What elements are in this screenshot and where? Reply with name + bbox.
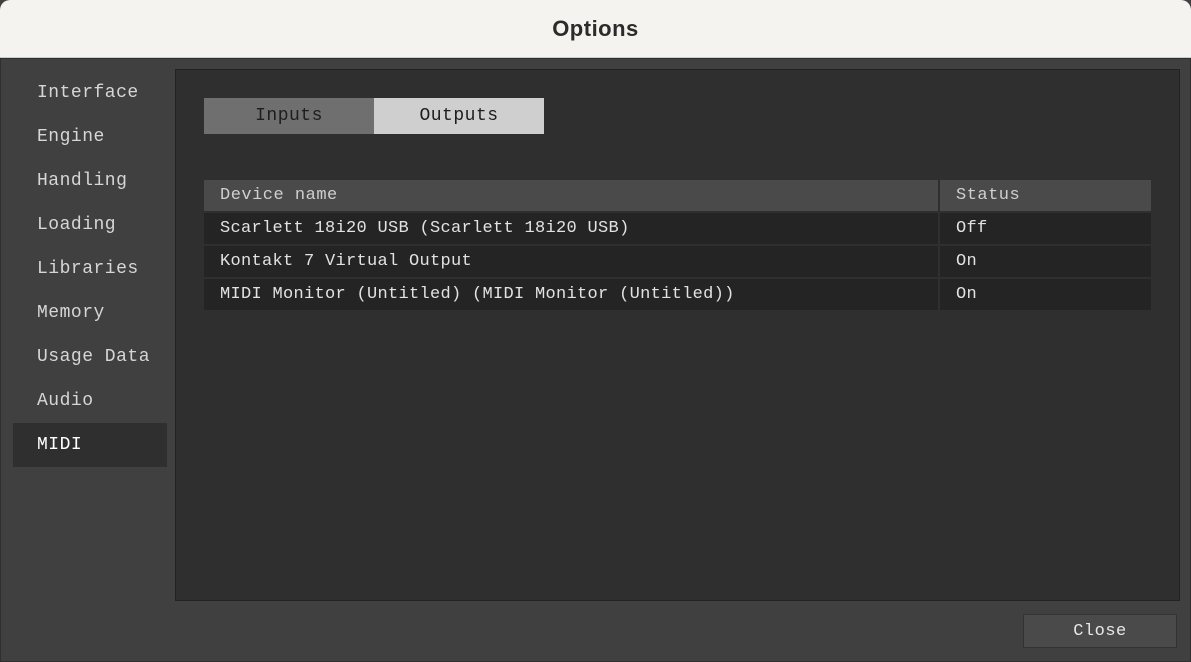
sidebar: Interface Engine Handling Loading Librar… [1,59,169,661]
sidebar-item-label: Memory [37,303,105,323]
sidebar-item-handling[interactable]: Handling [13,159,167,203]
cell-device-name: MIDI Monitor (Untitled) (MIDI Monitor (U… [204,278,939,310]
main-panel: Inputs Outputs Device name Status Scarle… [175,69,1180,601]
midi-outputs-table: Device name Status Scarlett 18i20 USB (S… [204,180,1151,310]
sidebar-item-audio[interactable]: Audio [13,379,167,423]
close-button[interactable]: Close [1023,614,1177,648]
tab-outputs[interactable]: Outputs [374,98,544,134]
titlebar: Options [0,0,1191,58]
cell-status[interactable]: Off [939,212,1151,245]
tab-label: Outputs [419,106,498,126]
sidebar-item-label: Handling [37,171,127,191]
column-header-device[interactable]: Device name [204,180,939,212]
cell-status[interactable]: On [939,245,1151,278]
cell-device-name: Scarlett 18i20 USB (Scarlett 18i20 USB) [204,212,939,245]
window-title: Options [552,16,639,42]
sidebar-item-label: Libraries [37,259,139,279]
tab-label: Inputs [255,106,323,126]
sidebar-item-label: Audio [37,391,94,411]
sidebar-item-libraries[interactable]: Libraries [13,247,167,291]
sidebar-item-midi[interactable]: MIDI [13,423,167,467]
sidebar-item-usage-data[interactable]: Usage Data [13,335,167,379]
sidebar-item-loading[interactable]: Loading [13,203,167,247]
sidebar-item-label: Loading [37,215,116,235]
footer: Close [1023,614,1177,648]
sidebar-item-label: MIDI [37,435,82,455]
table-header-row: Device name Status [204,180,1151,212]
tab-inputs[interactable]: Inputs [204,98,374,134]
cell-device-name: Kontakt 7 Virtual Output [204,245,939,278]
table-row[interactable]: Kontakt 7 Virtual Output On [204,245,1151,278]
table-row[interactable]: Scarlett 18i20 USB (Scarlett 18i20 USB) … [204,212,1151,245]
sidebar-item-label: Interface [37,83,139,103]
sidebar-item-label: Usage Data [37,347,150,367]
sidebar-item-engine[interactable]: Engine [13,115,167,159]
sidebar-item-memory[interactable]: Memory [13,291,167,335]
column-header-status[interactable]: Status [939,180,1151,212]
cell-status[interactable]: On [939,278,1151,310]
tab-row: Inputs Outputs [204,98,1151,134]
window-body: Interface Engine Handling Loading Librar… [0,58,1191,662]
sidebar-item-label: Engine [37,127,105,147]
table-row[interactable]: MIDI Monitor (Untitled) (MIDI Monitor (U… [204,278,1151,310]
sidebar-item-interface[interactable]: Interface [13,71,167,115]
